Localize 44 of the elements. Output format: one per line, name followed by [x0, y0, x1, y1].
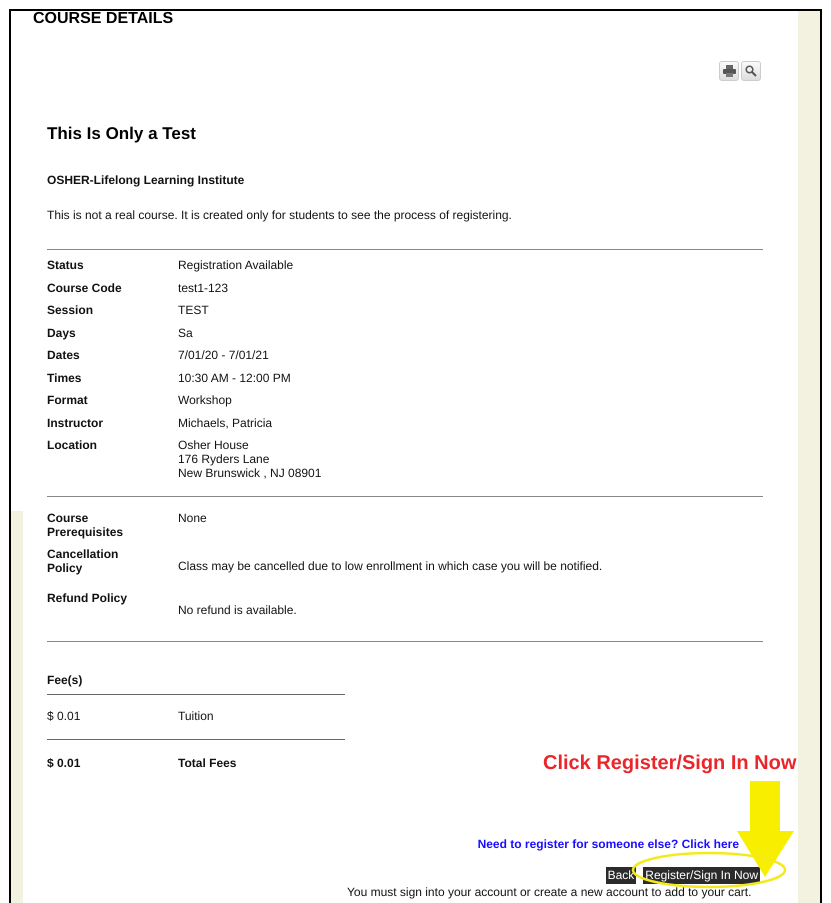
field-label: Location — [47, 438, 98, 454]
print-button[interactable] — [719, 61, 739, 81]
fees-heading: Fee(s) — [47, 672, 84, 688]
fee-label: Tuition — [178, 708, 215, 722]
field-value: 176 Ryders Lane — [178, 452, 270, 466]
page-title: COURSE DETAILS — [33, 11, 174, 27]
policy-value: No refund is available. — [178, 602, 298, 616]
field-label: Session — [47, 303, 94, 318]
field-value: New Brunswick , NJ 08901 — [178, 466, 322, 480]
field-value: 10:30 AM - 12:00 PM — [178, 370, 292, 385]
field-label: Days — [47, 326, 77, 340]
total-label: Total Fees — [178, 756, 238, 770]
field-value: TEST — [178, 303, 210, 318]
sign-in-note: You must sign into your account or create a new account to add to your cart. — [347, 886, 752, 898]
policy-value: Class may be cancelled due to low enrollment in which case you will be notified. — [178, 558, 604, 572]
register-other-link[interactable]: Need to register for someone else? Click here — [478, 836, 739, 850]
field-value: Osher House — [178, 438, 250, 452]
total-amount: $ 0.01 — [47, 756, 82, 770]
course-title: This Is Only a Test — [47, 124, 197, 144]
field-value: 7/01/20 - 7/01/21 — [178, 348, 270, 362]
instruction-label: Click Register/Sign In Now — [543, 751, 796, 775]
field-label: Dates — [47, 348, 81, 362]
policy-label: Cancellation Policy — [47, 546, 120, 574]
register-button[interactable]: Register/Sign In Now — [643, 866, 760, 884]
search-button[interactable] — [741, 61, 761, 81]
search-icon — [745, 65, 757, 77]
field-value: Registration Available — [178, 258, 294, 272]
field-value: Workshop — [178, 393, 233, 408]
printer-icon — [722, 65, 736, 77]
provider-name: OSHER-Lifelong Learning Institute — [47, 173, 246, 187]
field-label: Format — [47, 393, 89, 408]
field-label: Status — [47, 258, 85, 272]
field-value: Michaels, Patricia — [178, 416, 274, 430]
policy-label: Refund Policy — [47, 590, 128, 604]
field-label: Course Code — [47, 280, 123, 295]
policy-label: Course Prerequisites — [47, 510, 124, 538]
course-description: This is not a real course. It is created only for students to see the process of registering. — [47, 208, 513, 222]
field-value: Sa — [178, 326, 194, 340]
field-label: Instructor — [47, 416, 104, 430]
back-button[interactable]: Back — [606, 866, 636, 884]
fee-amount: $ 0.01 — [47, 708, 82, 722]
field-label: Times — [47, 370, 82, 385]
field-value: test1-123 — [178, 280, 230, 295]
policy-value: None — [178, 510, 208, 524]
